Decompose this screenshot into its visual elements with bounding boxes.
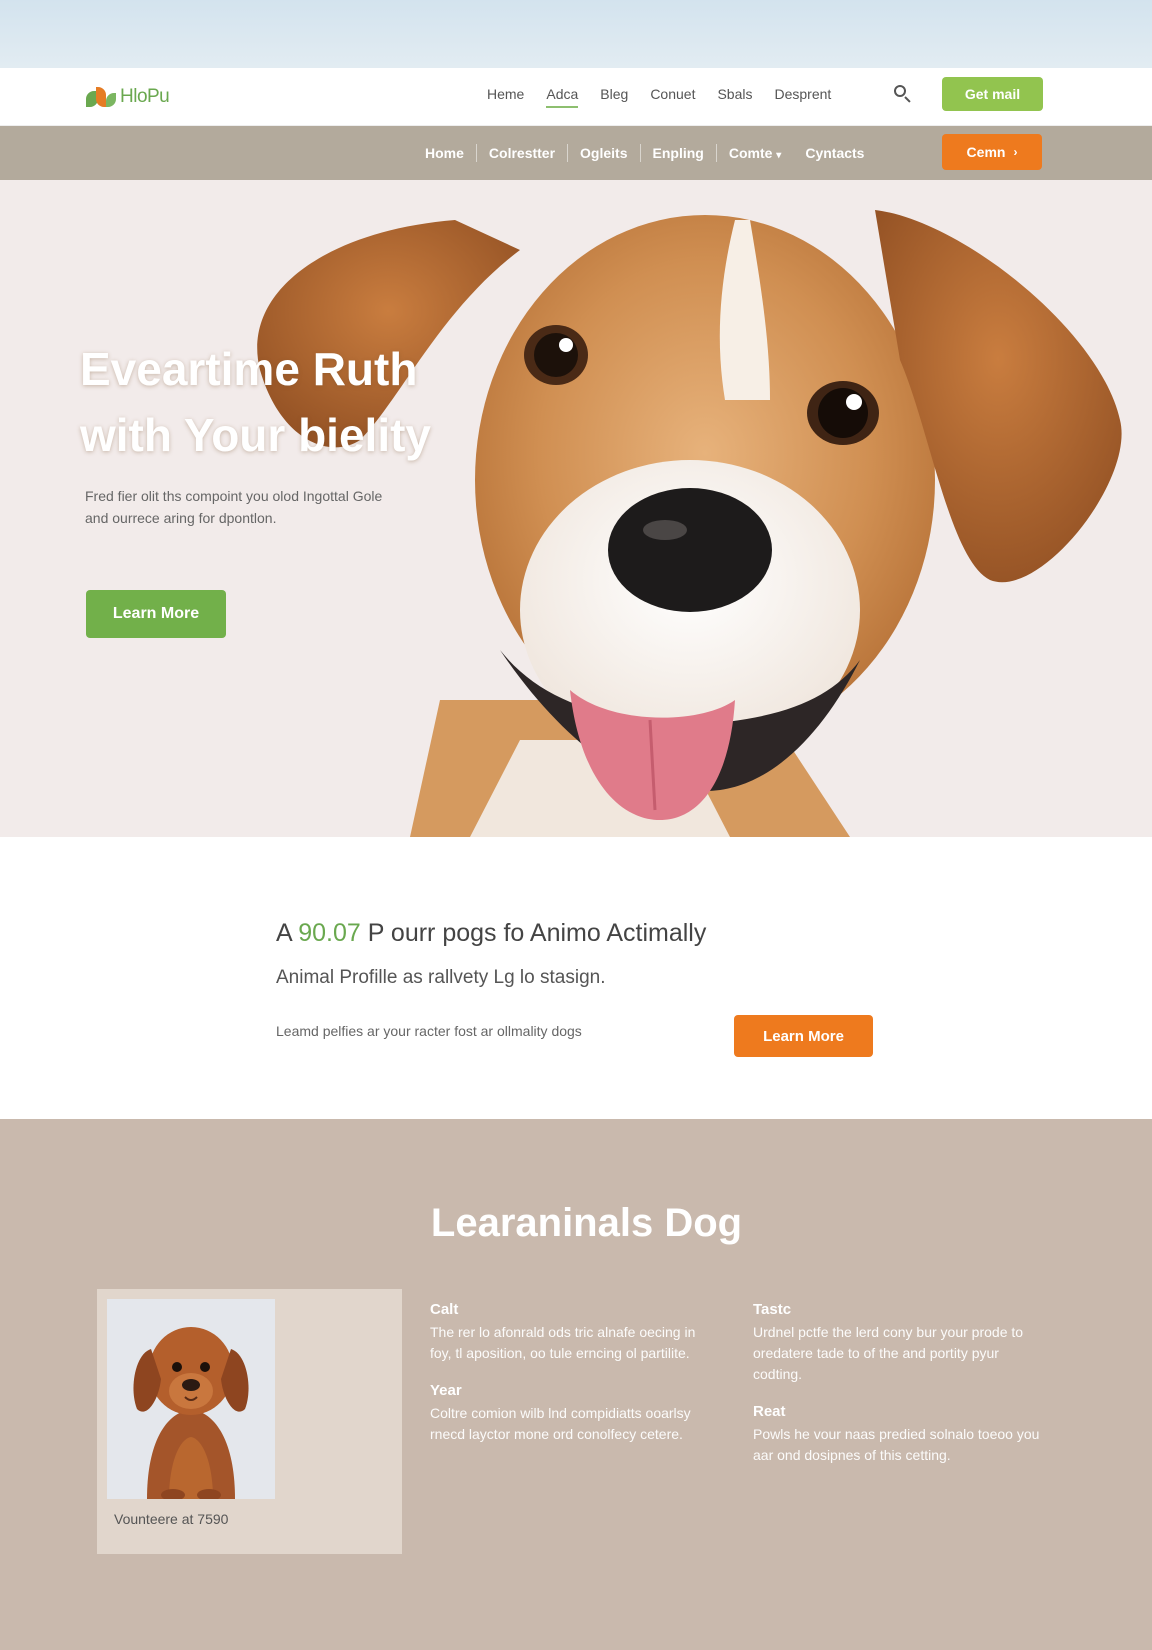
- subnav-item-colrestter[interactable]: Colrestter: [477, 145, 567, 161]
- info-text-tastc: Urdnel pctfe the lerd cony bur your prod…: [753, 1324, 1024, 1382]
- info-text-reat: Powls he vour naas predied solnalo toeoo…: [753, 1426, 1040, 1463]
- info-heading-reat: Reat: [753, 1403, 786, 1420]
- site-logo[interactable]: HloPu: [84, 82, 170, 112]
- get-mail-button[interactable]: Get mail: [942, 77, 1043, 111]
- promo-section: A 90.07 P ourr pogs fo Animo Actimally A…: [0, 837, 1152, 1119]
- hero-description-line-2: and ourrece aring for dpontlon.: [85, 510, 277, 526]
- browser-chrome: [0, 0, 1152, 68]
- info-text-year: Coltre comion wilb lnd compidiatts ooarl…: [430, 1405, 691, 1442]
- subnav-item-enpling[interactable]: Enpling: [641, 145, 716, 161]
- hero-title-line-1: Eveartime Ruth: [80, 343, 418, 395]
- learn-section: Learaninals Dog Vounteere at 7590 Calt T…: [0, 1119, 1152, 1650]
- hero-description-line-1: Fred fier olit ths compoint you olod Ing…: [85, 488, 383, 504]
- info-heading-tastc: Tastc: [753, 1301, 792, 1318]
- hero-title: Eveartime Ruth with Your bielity: [80, 336, 640, 468]
- subnav-item-cyntacts[interactable]: Cyntacts: [793, 145, 876, 161]
- search-icon[interactable]: [894, 85, 912, 103]
- promo-learn-more-button[interactable]: Learn More: [734, 1015, 873, 1057]
- info-heading-year: Year: [430, 1382, 462, 1399]
- promo-title-prefix: A: [276, 919, 299, 947]
- logo-text: HloPu: [120, 86, 170, 107]
- puppy-illustration: [107, 1299, 275, 1499]
- info-heading-calt: Calt: [430, 1301, 459, 1318]
- profile-card[interactable]: Vounteere at 7590: [97, 1289, 402, 1554]
- learn-section-title: Learaninals Dog: [430, 1201, 743, 1245]
- promo-title-suffix: P ourr pogs fo Animo Actimally: [360, 919, 707, 947]
- hero-title-line-2: with Your bielity: [80, 409, 431, 461]
- cemn-button-label: Cemn: [966, 144, 1006, 160]
- top-nav-item-desprent[interactable]: Desprent: [775, 86, 832, 108]
- subnav-item-comte-label: Comte: [728, 145, 773, 161]
- top-nav: Heme Adca Bleg Conuet Sbals Desprent: [487, 86, 831, 108]
- promo-title: A 90.07 P ourr pogs fo Animo Actimally: [276, 919, 706, 948]
- hero-learn-more-button[interactable]: Learn More: [86, 590, 226, 638]
- promo-title-accent: 90.07: [298, 919, 361, 947]
- subnav-item-comte[interactable]: Comte ▾: [717, 145, 793, 161]
- info-column-left: Calt The rer lo afonrald ods tric alnafe…: [430, 1299, 720, 1461]
- profile-caption: Vounteere at 7590: [114, 1511, 229, 1527]
- hero-section: Eveartime Ruth with Your bielity Fred fi…: [0, 180, 1152, 837]
- info-text-calt: The rer lo afonrald ods tric alnafe oeci…: [430, 1324, 696, 1361]
- arrow-right-icon: ›: [1013, 145, 1018, 159]
- info-column-right: Tastc Urdnel pctfe the lerd cony bur you…: [753, 1299, 1043, 1482]
- subnav-item-home[interactable]: Home: [413, 145, 476, 161]
- chevron-down-icon: ▾: [776, 150, 782, 161]
- promo-description: Leamd pelfies ar your racter fost ar oll…: [276, 1023, 582, 1039]
- promo-subtitle: Animal Profille as rallvety Lg lo stasig…: [276, 967, 606, 988]
- subnav-item-ogleits[interactable]: Ogleits: [568, 145, 639, 161]
- top-nav-item-heme[interactable]: Heme: [487, 86, 524, 108]
- top-nav-item-adca[interactable]: Adca: [546, 86, 579, 108]
- top-nav-item-sbals[interactable]: Sbals: [717, 86, 752, 108]
- cemn-button[interactable]: Cemn ›: [942, 134, 1042, 170]
- top-nav-item-bleg[interactable]: Bleg: [600, 86, 628, 108]
- puppy-photo: [107, 1299, 275, 1499]
- logo-mark-icon: [84, 83, 118, 111]
- hero-description: Fred fier olit ths compoint you olod Ing…: [85, 485, 485, 529]
- top-nav-item-conuet[interactable]: Conuet: [650, 86, 695, 108]
